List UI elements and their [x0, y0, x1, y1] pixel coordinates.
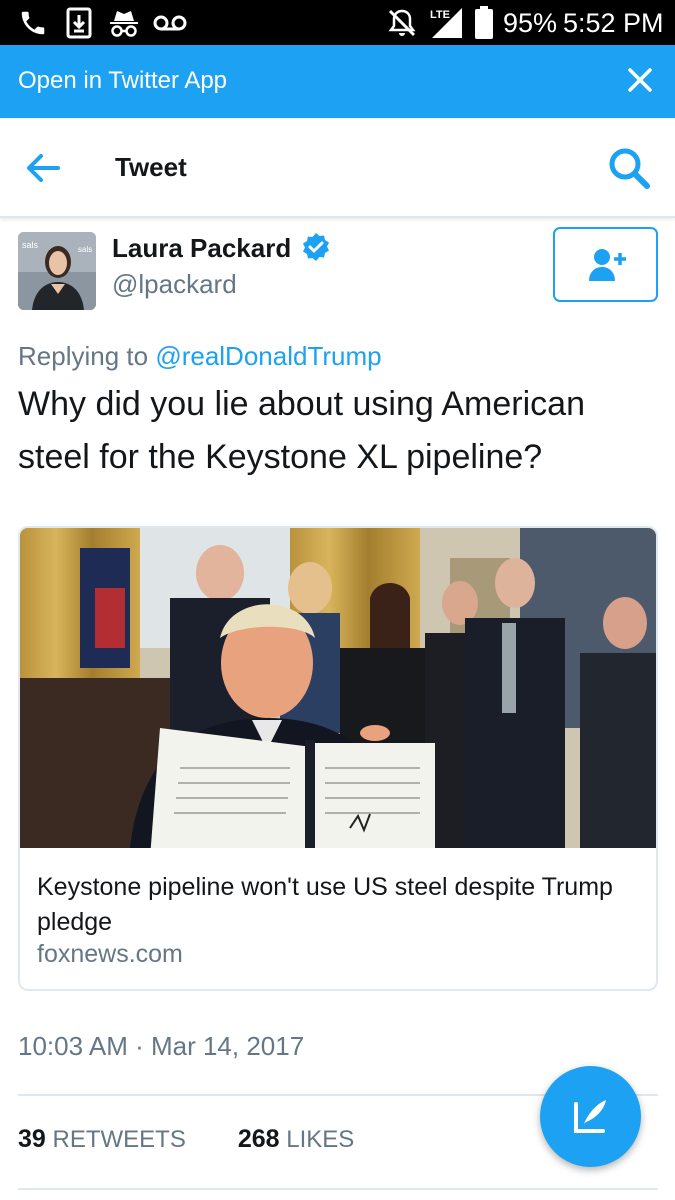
likes-count: 268	[237, 1125, 280, 1153]
tweet-text: Why did you lie about using American ste…	[18, 385, 585, 476]
card-title[interactable]: Keystone pipeline won't use US steel des…	[37, 870, 637, 940]
back-arrow-icon[interactable]	[22, 148, 62, 188]
page-title: Tweet	[115, 152, 187, 182]
search-icon[interactable]	[606, 145, 652, 191]
battery-percent: 95%	[503, 8, 558, 38]
card-domain: foxnews.com	[37, 940, 183, 968]
likes-stat[interactable]: 268 LIKES	[238, 1124, 354, 1155]
svg-text:sals: sals	[22, 240, 39, 250]
header-bar: Tweet	[0, 118, 675, 218]
status-bar: LTE 95% 5:52 PM	[0, 0, 675, 45]
add-user-icon	[589, 249, 626, 281]
follow-button[interactable]	[553, 227, 658, 302]
tweet-timestamp: 10:03 AM · Mar 14, 2017	[18, 1031, 305, 1061]
link-card[interactable]: Keystone pipeline won't use US steel des…	[18, 526, 658, 991]
retweets-count: 39	[18, 1125, 46, 1153]
card-image	[20, 528, 656, 848]
phone-icon	[21, 11, 45, 35]
svg-text:LTE: LTE	[430, 9, 450, 21]
voicemail-icon	[153, 15, 187, 31]
compose-icon	[574, 1100, 606, 1133]
open-in-app-banner[interactable]: Open in Twitter App	[0, 45, 675, 118]
divider	[18, 1188, 658, 1190]
likes-label: LIKES	[286, 1126, 355, 1153]
avatar[interactable]: sals sals	[18, 232, 96, 310]
battery-icon	[475, 6, 493, 39]
replying-to-mention[interactable]: @realDonaldTrump	[155, 341, 381, 371]
replying-to: Replying to @realDonaldTrump	[18, 340, 382, 372]
signal-icon: LTE	[430, 8, 462, 38]
verified-icon	[303, 233, 329, 261]
author-name[interactable]: Laura Packard	[112, 232, 291, 264]
tweet-stats: 39 RETWEETS 268 LIKES	[18, 1124, 354, 1155]
svg-text:sals: sals	[78, 245, 92, 254]
close-icon[interactable]	[622, 62, 658, 98]
incognito-icon	[110, 11, 138, 37]
replying-to-label: Replying to	[18, 341, 149, 371]
compose-button[interactable]	[540, 1066, 641, 1167]
author-handle[interactable]: @lpackard	[112, 268, 237, 300]
retweets-stat[interactable]: 39 RETWEETS	[18, 1124, 186, 1155]
download-icon	[66, 7, 92, 39]
open-in-app-label[interactable]: Open in Twitter App	[18, 66, 227, 96]
retweets-label: RETWEETS	[52, 1126, 186, 1153]
clock: 5:52 PM	[563, 8, 664, 38]
mute-icon	[388, 9, 416, 37]
